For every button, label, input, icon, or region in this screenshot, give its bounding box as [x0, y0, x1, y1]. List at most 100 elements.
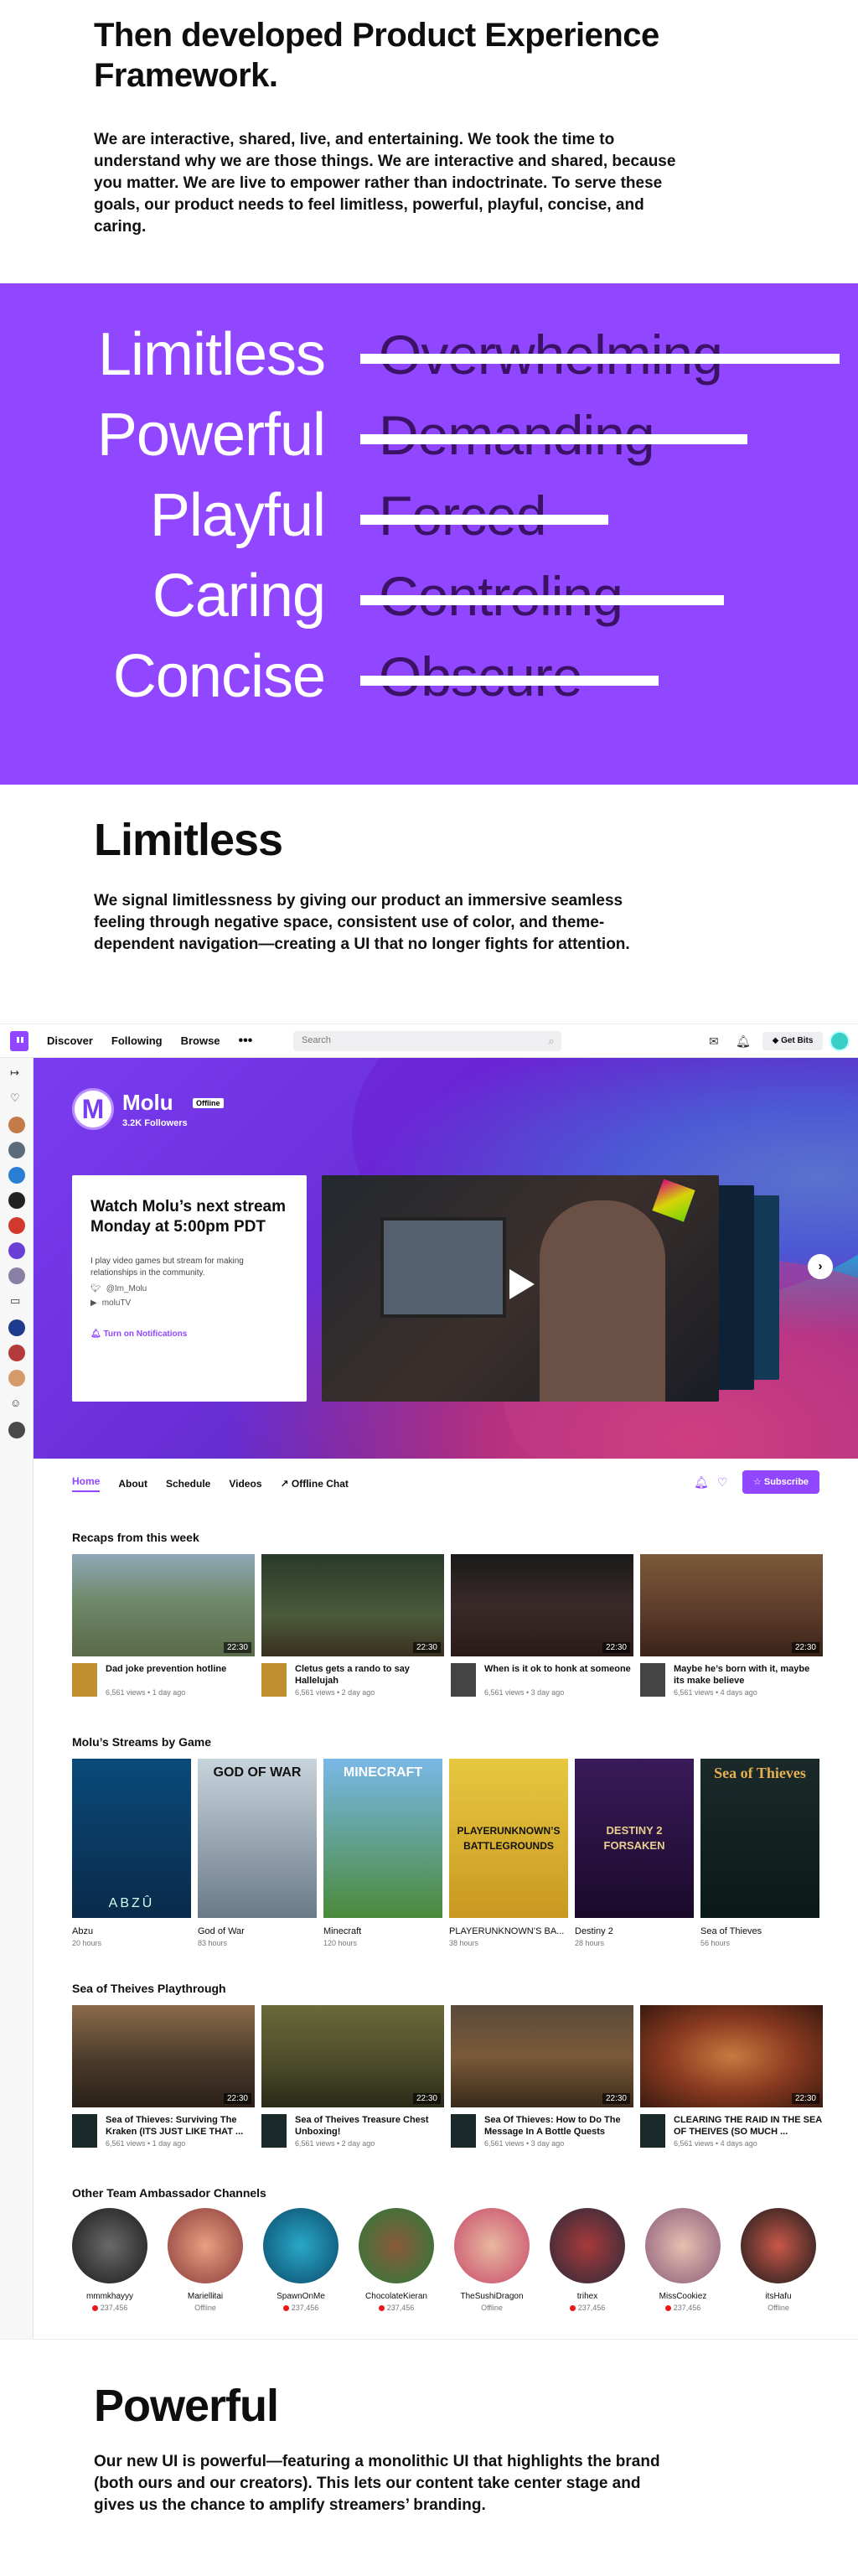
game-name[interactable]: Minecraft: [323, 1926, 442, 1936]
tab-videos[interactable]: Videos: [229, 1478, 261, 1490]
channel-name[interactable]: Mariellitai: [168, 2292, 243, 2301]
tab-schedule[interactable]: Schedule: [166, 1478, 210, 1490]
ambassador-channel[interactable]: TheSushiDragon Offline: [454, 2208, 530, 2312]
video-thumbnail[interactable]: 22:30: [640, 2005, 823, 2107]
game-box-art[interactable]: [72, 1663, 97, 1697]
followed-channel-avatar[interactable]: [8, 1217, 25, 1234]
recommended-channel-avatar[interactable]: [8, 1370, 25, 1386]
followed-channel-avatar[interactable]: [8, 1267, 25, 1284]
search-input[interactable]: Search: [293, 1031, 561, 1051]
game-cover[interactable]: Sea of Thieves: [700, 1759, 819, 1918]
video-thumbnail[interactable]: 22:30: [451, 1554, 633, 1656]
game-card[interactable]: PLAYERUNKNOWN’S BATTLEGROUNDS PLAYERUNKN…: [449, 1759, 568, 1947]
video-title[interactable]: When is it ok to honk at someone: [484, 1663, 633, 1675]
game-cover[interactable]: DESTINY 2 FORSAKEN: [575, 1759, 694, 1918]
channel-name[interactable]: MissCookiez: [645, 2292, 721, 2301]
game-cover[interactable]: PLAYERUNKNOWN’S BATTLEGROUNDS: [449, 1759, 568, 1918]
search-icon[interactable]: ⌕: [541, 1031, 561, 1051]
ambassador-channel[interactable]: SpawnOnMe 237,456: [263, 2208, 339, 2312]
tab-home[interactable]: Home: [72, 1475, 101, 1492]
game-cover[interactable]: GOD OF WAR: [198, 1759, 317, 1918]
game-name[interactable]: Destiny 2: [575, 1926, 694, 1936]
tab-about[interactable]: About: [118, 1478, 147, 1490]
notifications-icon[interactable]: 🔔︎: [736, 1034, 751, 1049]
channel-avatar[interactable]: [359, 2208, 434, 2283]
video-card[interactable]: 22:30 Sea Of Thieves: How to Do The Mess…: [451, 2005, 633, 2153]
collapse-icon[interactable]: ↦: [10, 1066, 19, 1080]
video-thumbnail[interactable]: 22:30: [72, 2005, 255, 2107]
game-card[interactable]: DESTINY 2 FORSAKEN Destiny 2 28 hours: [575, 1759, 694, 1947]
twitch-logo-icon[interactable]: [10, 1030, 28, 1051]
heart-icon[interactable]: ♡: [10, 1091, 20, 1105]
follow-heart-icon[interactable]: ♡: [717, 1475, 728, 1490]
followed-channel-avatar[interactable]: [8, 1167, 25, 1184]
featured-video[interactable]: [322, 1175, 719, 1402]
video-title[interactable]: Sea of Theives Treasure Chest Unboxing!: [295, 2114, 444, 2138]
game-box-art[interactable]: [451, 1663, 476, 1697]
get-bits-button[interactable]: ◆ Get Bits: [762, 1032, 823, 1050]
video-title[interactable]: Sea Of Thieves: How to Do The Message In…: [484, 2114, 633, 2138]
game-box-art[interactable]: [261, 2114, 287, 2148]
game-card[interactable]: MINECRAFT Minecraft 120 hours: [323, 1759, 442, 1947]
game-card[interactable]: GOD OF WAR God of War 83 hours: [198, 1759, 317, 1947]
video-thumbnail[interactable]: 22:30: [451, 2005, 633, 2107]
ambassador-channel[interactable]: mmmkhayyy 237,456: [72, 2208, 147, 2312]
video-card[interactable]: 22:30 Sea of Thieves: Surviving The Krak…: [72, 2005, 255, 2153]
nav-discover[interactable]: Discover: [47, 1034, 93, 1047]
game-box-art[interactable]: [451, 2114, 476, 2148]
channel-avatar[interactable]: [454, 2208, 530, 2283]
followed-channel-avatar[interactable]: [8, 1117, 25, 1133]
game-card[interactable]: Sea of Thieves Sea of Thieves 56 hours: [700, 1759, 819, 1947]
video-card[interactable]: 22:30 When is it ok to honk at someone 6…: [451, 1554, 633, 1702]
channel-name[interactable]: itsHafu: [741, 2292, 816, 2301]
play-icon[interactable]: [509, 1269, 535, 1299]
video-thumbnail[interactable]: 22:30: [640, 1554, 823, 1656]
ambassador-channel[interactable]: trihex 237,456: [550, 2208, 625, 2312]
game-box-art[interactable]: [640, 2114, 665, 2148]
game-cover[interactable]: ABZÛ: [72, 1759, 191, 1918]
channel-name[interactable]: mmmkhayyy: [72, 2292, 147, 2301]
channel-avatar[interactable]: [645, 2208, 721, 2283]
nav-following[interactable]: Following: [111, 1034, 163, 1047]
ambassador-channel[interactable]: ChocolateKieran 237,456: [359, 2208, 434, 2312]
channel-avatar[interactable]: [263, 2208, 339, 2283]
ambassador-channel[interactable]: Mariellitai Offline: [168, 2208, 243, 2312]
channel-avatar[interactable]: M: [72, 1088, 114, 1130]
channel-avatar[interactable]: [741, 2208, 816, 2283]
game-name[interactable]: Sea of Thieves: [700, 1926, 819, 1936]
inbox-icon[interactable]: ✉: [709, 1034, 719, 1049]
channel-name[interactable]: trihex: [550, 2292, 625, 2301]
channel-name[interactable]: TheSushiDragon: [454, 2292, 530, 2301]
game-cover[interactable]: MINECRAFT: [323, 1759, 442, 1918]
nav-browse[interactable]: Browse: [181, 1034, 220, 1047]
channel-name[interactable]: SpawnOnMe: [263, 2292, 339, 2301]
video-icon[interactable]: ▭: [10, 1294, 20, 1308]
video-card[interactable]: 22:30 Sea of Theives Treasure Chest Unbo…: [261, 2005, 444, 2153]
game-box-art[interactable]: [640, 1663, 665, 1697]
ambassador-channel[interactable]: MissCookiez 237,456: [645, 2208, 721, 2312]
game-box-art[interactable]: [261, 1663, 287, 1697]
ambassador-channel[interactable]: itsHafu Offline: [741, 2208, 816, 2312]
channel-avatar[interactable]: [550, 2208, 625, 2283]
recommended-channel-avatar[interactable]: [8, 1345, 25, 1361]
video-thumbnail[interactable]: 22:30: [261, 2005, 444, 2107]
video-card[interactable]: 22:30 Maybe he’s born with it, maybe its…: [640, 1554, 823, 1702]
video-thumbnail[interactable]: 22:30: [261, 1554, 444, 1656]
game-name[interactable]: PLAYERUNKNOWN’S BA...: [449, 1926, 568, 1936]
user-avatar[interactable]: [830, 1031, 850, 1051]
bell-icon[interactable]: 🔔︎: [694, 1475, 709, 1490]
recommended-channel-avatar[interactable]: [8, 1319, 25, 1336]
subscribe-button[interactable]: ☆ Subscribe: [742, 1470, 819, 1494]
game-name[interactable]: Abzu: [72, 1926, 191, 1936]
notifications-toggle[interactable]: 🔔︎ Turn on Notifications: [90, 1329, 288, 1339]
followed-channel-avatar[interactable]: [8, 1142, 25, 1158]
video-title[interactable]: Dad joke prevention hotline: [106, 1663, 255, 1675]
friends-icon[interactable]: ☺: [10, 1397, 21, 1409]
video-card[interactable]: 22:30 Cletus gets a rando to say Hallelu…: [261, 1554, 444, 1702]
game-card[interactable]: ABZÛ Abzu 20 hours: [72, 1759, 191, 1947]
game-box-art[interactable]: [72, 2114, 97, 2148]
more-icon[interactable]: •••: [239, 1034, 253, 1049]
game-name[interactable]: God of War: [198, 1926, 317, 1936]
tab-offline-chat[interactable]: ↗ Offline Chat: [281, 1478, 349, 1490]
followed-channel-avatar[interactable]: [8, 1192, 25, 1209]
